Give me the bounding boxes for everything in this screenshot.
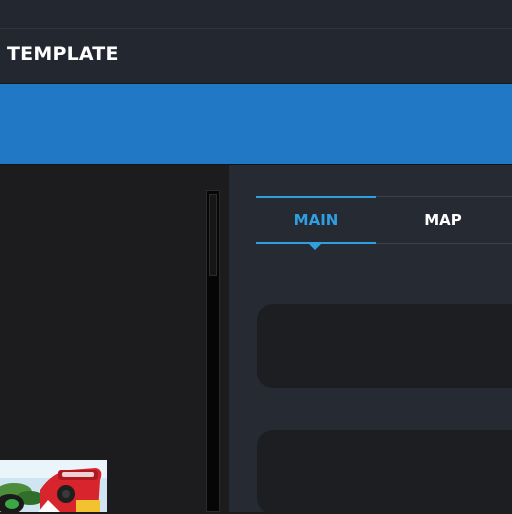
top-bar: [0, 0, 512, 29]
scrollbar[interactable]: [206, 190, 220, 512]
title-bar: TEMPLATE: [0, 29, 512, 84]
content-card[interactable]: [257, 304, 512, 388]
game-thumbnail[interactable]: [0, 460, 107, 512]
content-card[interactable]: [257, 430, 512, 514]
banner: [0, 84, 512, 165]
tab-bar: MAIN MAP: [256, 196, 512, 250]
racing-game-thumbnail-icon: [0, 460, 107, 512]
scrollbar-thumb[interactable]: [209, 194, 217, 276]
tab-map[interactable]: MAP: [383, 196, 503, 244]
tab-map-label: MAP: [424, 211, 462, 229]
tab-main-label: MAIN: [293, 211, 339, 229]
active-tab-indicator: [309, 244, 321, 250]
page-title: TEMPLATE: [7, 43, 119, 65]
tab-main[interactable]: MAIN: [256, 196, 376, 250]
